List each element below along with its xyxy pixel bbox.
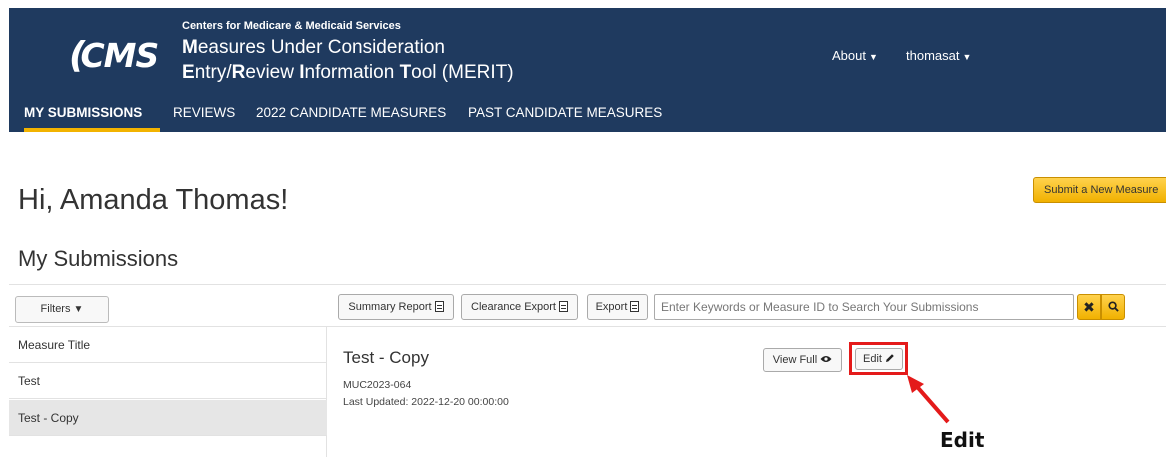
- annotation-label: Edit: [940, 428, 985, 452]
- annotation-arrow-icon: [907, 375, 950, 424]
